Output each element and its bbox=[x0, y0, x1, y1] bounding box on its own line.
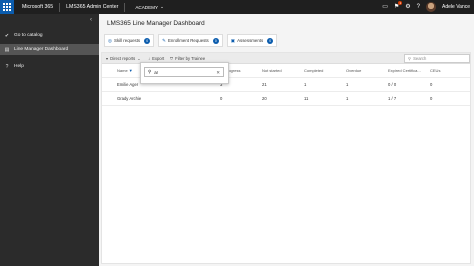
filter-icon: ▼ bbox=[128, 68, 133, 73]
app-title[interactable]: LMS365 Admin Center bbox=[66, 4, 118, 10]
cell-not-started: 21 bbox=[262, 82, 267, 87]
column-header-ceus[interactable]: CEUs bbox=[430, 66, 440, 76]
nav-item-label: Go to catalog bbox=[14, 33, 43, 38]
count-badge: 0 bbox=[267, 37, 274, 44]
left-nav: ‹ ✔ Go to catalog ▤ Line Manager Dashboa… bbox=[0, 14, 99, 266]
nav-item-label: Help bbox=[14, 64, 24, 69]
filter-by-trainee-label: Filter by Trainee bbox=[175, 56, 206, 61]
skill-icon: ◎ bbox=[108, 37, 113, 43]
direct-reports-label: Direct reports bbox=[110, 56, 136, 61]
enrollment-icon: ✎ bbox=[162, 37, 166, 43]
bell-icon[interactable]: ⚑ 1 bbox=[394, 0, 403, 14]
trainee-name[interactable]: Emilie Ager bbox=[117, 82, 138, 87]
name-filter-value: ar bbox=[154, 69, 159, 75]
column-header-name[interactable]: Name ▼ bbox=[117, 66, 133, 76]
cell-ceus: 0 bbox=[430, 82, 433, 87]
name-filter-input[interactable]: ⚲ ar ✕ bbox=[144, 67, 224, 77]
cell-in-progress: 0 bbox=[220, 96, 223, 101]
assessments-tile[interactable]: ▣ Assessments 0 bbox=[226, 34, 278, 47]
top-bar: Microsoft 365 LMS365 Admin Center ACADEM… bbox=[0, 0, 474, 14]
search-input[interactable]: ⚲ Search bbox=[404, 54, 470, 63]
column-header-not-started[interactable]: Not started bbox=[262, 66, 282, 76]
request-tiles: ◎ Skill requests 0 ✎ Enrollment Requests… bbox=[104, 34, 278, 47]
search-icon: ⚲ bbox=[408, 56, 412, 61]
download-icon: ↓ bbox=[148, 56, 151, 61]
nav-item-go-to-catalog[interactable]: ✔ Go to catalog bbox=[0, 30, 99, 41]
column-header-expired-certificates[interactable]: Expired Certifica... bbox=[388, 66, 421, 76]
main-content: LMS365 Line Manager Dashboard ◎ Skill re… bbox=[99, 14, 474, 266]
trainee-name[interactable]: Grady Archie bbox=[117, 96, 141, 101]
check-circle-icon: ✔ bbox=[4, 32, 10, 39]
org-selector[interactable]: ACADEMY ⌄ bbox=[135, 4, 164, 10]
cell-not-started: 20 bbox=[262, 96, 267, 101]
org-label: ACADEMY bbox=[135, 4, 159, 10]
help-icon: ? bbox=[5, 63, 9, 70]
nav-item-help[interactable]: ? Help bbox=[0, 61, 99, 72]
cell-completed: 11 bbox=[304, 96, 309, 101]
cell-ceus: 0 bbox=[430, 96, 433, 101]
cell-completed: 1 bbox=[304, 82, 307, 87]
cell-expired: 1 / 7 bbox=[388, 96, 397, 101]
chevron-down-icon: ⌄ bbox=[160, 4, 164, 9]
divider bbox=[102, 105, 470, 106]
app-launcher-button[interactable] bbox=[0, 0, 14, 14]
tile-label: Assessments bbox=[237, 38, 264, 43]
column-header-overdue[interactable]: Overdue bbox=[346, 66, 361, 76]
export-label: Export bbox=[152, 56, 165, 61]
divider bbox=[59, 2, 61, 12]
filter-icon: ⛉ bbox=[170, 56, 174, 61]
cell-overdue: 1 bbox=[346, 82, 349, 87]
enrollment-requests-tile[interactable]: ✎ Enrollment Requests 0 bbox=[158, 34, 223, 47]
skill-requests-tile[interactable]: ◎ Skill requests 0 bbox=[104, 34, 155, 47]
filter-icon: ▾ bbox=[106, 56, 109, 61]
nav-item-label: Line Manager Dashboard bbox=[14, 47, 69, 52]
gear-icon[interactable]: ⚙ bbox=[405, 0, 410, 14]
dashboard-icon: ▤ bbox=[4, 46, 10, 53]
help-icon[interactable]: ? bbox=[417, 0, 420, 14]
assessment-icon: ▣ bbox=[230, 37, 236, 43]
chevron-left-icon[interactable]: ‹ bbox=[90, 17, 92, 23]
search-icon: ⚲ bbox=[148, 69, 152, 74]
brand-link[interactable]: Microsoft 365 bbox=[22, 4, 53, 10]
name-filter-popup: ⚲ ar ✕ bbox=[140, 62, 229, 84]
count-badge: 0 bbox=[212, 37, 219, 44]
page-title: LMS365 Line Manager Dashboard bbox=[107, 20, 205, 27]
avatar[interactable] bbox=[426, 2, 437, 12]
count-badge: 0 bbox=[144, 37, 151, 44]
cell-expired: 0 / 0 bbox=[388, 82, 397, 87]
nav-item-line-manager-dashboard[interactable]: ▤ Line Manager Dashboard bbox=[0, 44, 99, 55]
divider bbox=[102, 91, 470, 92]
column-header-completed[interactable]: Completed bbox=[304, 66, 323, 76]
notification-badge: 1 bbox=[398, 1, 403, 5]
cell-overdue: 1 bbox=[346, 96, 349, 101]
chat-icon[interactable]: ▭ bbox=[382, 0, 388, 14]
tile-label: Enrollment Requests bbox=[168, 38, 209, 43]
direct-reports-dropdown[interactable]: ▾ Direct reports ⌄ bbox=[106, 53, 141, 64]
waffle-icon bbox=[3, 3, 11, 11]
divider bbox=[124, 2, 126, 12]
chevron-down-icon: ⌄ bbox=[137, 56, 141, 61]
tile-label: Skill requests bbox=[114, 38, 141, 43]
search-placeholder: Search bbox=[413, 56, 427, 61]
user-name[interactable]: Adele Vance bbox=[442, 4, 470, 10]
close-icon[interactable]: ✕ bbox=[216, 68, 220, 77]
